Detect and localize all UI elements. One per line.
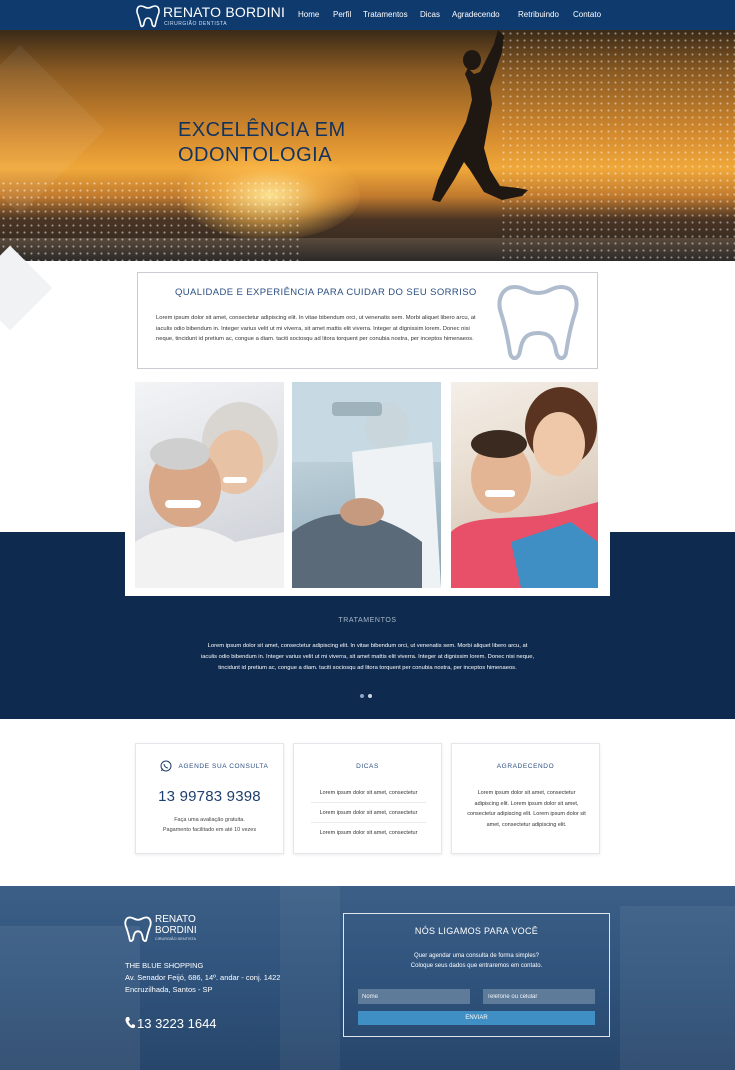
tratamentos-text: Lorem ipsum dolor sit amet, consectetur …	[200, 643, 535, 671]
footer-phone-number: 13 3223 1644	[137, 1016, 217, 1031]
hero-jumping-woman-silhouette	[432, 30, 528, 202]
footer-address-line3: Encruzilhada, Santos - SP	[125, 985, 213, 994]
footer-brand-name-line2: BORDINI	[155, 925, 197, 936]
nav-item-contato[interactable]: Contato	[573, 10, 601, 19]
footer-address-line2: Av. Senador Feijó, 686, 14º. andar - con…	[125, 973, 281, 982]
callback-form: NÓS LIGAMOS PARA VOCÊ Quer agendar uma c…	[343, 913, 610, 1037]
form-text: Quer agendar uma consulta de forma simpl…	[344, 951, 609, 971]
nav-item-retribuindo[interactable]: Retribuindo	[518, 10, 559, 19]
brand-subtitle: CIRURGIÃO DENTISTA	[164, 21, 228, 27]
form-text-line1: Quer agendar uma consulta de forma simpl…	[413, 953, 540, 959]
card-agende-title: AGENDE SUA CONSULTA	[178, 763, 269, 770]
carousel-dot-active[interactable]	[368, 694, 372, 698]
tooth-icon	[136, 5, 160, 28]
intro-title: QUALIDADE E EXPERIÊNCIA PARA CUIDAR DO S…	[175, 287, 477, 298]
footer-bg-shape	[620, 906, 735, 1070]
hero-title-line1: EXCELÊNCIA EM	[178, 119, 346, 141]
footer-phone[interactable]: 13 3223 1644	[125, 1016, 217, 1031]
card-agende-text-line2: Pagamento facilitado em até 10 vezes	[162, 826, 257, 833]
nav-item-agradecendo[interactable]: Agradecendo	[452, 10, 500, 19]
hero-title-line2: ODONTOLOGIA	[178, 144, 333, 166]
phone-input[interactable]	[483, 989, 595, 1004]
nav-item-perfil[interactable]: Perfil	[333, 10, 351, 19]
footer-address-line1: THE BLUE SHOPPING	[125, 961, 204, 970]
tooth-icon	[497, 284, 579, 360]
footer-brand-subtitle: CIRURGIÃO DENTISTA	[155, 937, 197, 941]
brand-logo[interactable]: RENATO BORDINI CIRURGIÃO DENTISTA	[135, 3, 285, 29]
dica-item[interactable]: Lorem ipsum dolor sit amet, consectetur	[311, 790, 426, 803]
card-dicas-title: DICAS	[356, 763, 379, 770]
footer-bg-shape	[280, 886, 340, 1070]
card-agradecendo: AGRADECENDO Lorem ipsum dolor sit amet, …	[451, 743, 600, 854]
tratamentos-title: TRATAMENTOS	[338, 617, 397, 624]
dica-item[interactable]: Lorem ipsum dolor sit amet, consectetur	[311, 810, 426, 823]
nav-item-tratamentos[interactable]: Tratamentos	[363, 10, 408, 19]
form-title: NÓS LIGAMOS PARA VOCÊ	[414, 926, 539, 936]
card-agradecendo-text: Lorem ipsum dolor sit amet, consectetur …	[467, 790, 586, 828]
intro-box: QUALIDADE E EXPERIÊNCIA PARA CUIDAR DO S…	[137, 272, 598, 369]
photo-gallery	[125, 374, 610, 596]
form-text-line2: Coloque seus dados que entraremos em con…	[410, 963, 543, 969]
photo-elderly-couple	[135, 382, 284, 588]
card-agende: AGENDE SUA CONSULTA 13 99783 9398 Faça u…	[135, 743, 284, 854]
tooth-icon	[124, 916, 152, 942]
top-nav: RENATO BORDINI CIRURGIÃO DENTISTA Home P…	[0, 0, 735, 30]
hero-dot-pattern-left	[0, 180, 300, 261]
hero-banner: EXCELÊNCIA EM ODONTOLOGIA	[0, 30, 735, 261]
submit-button[interactable]: ENVIAR	[358, 1011, 595, 1025]
photo-young-couple	[451, 382, 598, 588]
photo-dentist-treatment	[292, 382, 441, 588]
card-agradecendo-title: AGRADECENDO	[496, 763, 555, 770]
intro-text: Lorem ipsum dolor sit amet, consectetur …	[156, 315, 476, 342]
footer-brand-name-line1: RENATO	[155, 914, 196, 925]
phone-icon	[125, 1017, 135, 1029]
hero-title: EXCELÊNCIA EM ODONTOLOGIA	[178, 118, 346, 168]
card-agende-text-line1: Faça uma avaliação gratuita.	[174, 817, 245, 823]
card-agende-text: Faça uma avaliação gratuita. Pagamento f…	[136, 816, 283, 835]
footer-brand-name: RENATO BORDINI	[155, 914, 205, 936]
carousel-dot[interactable]	[360, 694, 364, 698]
nav-item-dicas[interactable]: Dicas	[420, 10, 440, 19]
footer-logo[interactable]: RENATO BORDINI CIRURGIÃO DENTISTA	[123, 914, 203, 946]
dica-item[interactable]: Lorem ipsum dolor sit amet, consectetur	[311, 830, 426, 842]
name-input[interactable]	[358, 989, 470, 1004]
card-dicas: DICAS Lorem ipsum dolor sit amet, consec…	[293, 743, 442, 854]
nav-item-home[interactable]: Home	[298, 10, 319, 19]
footer-bg-shape	[0, 926, 140, 1070]
brand-name: RENATO BORDINI	[163, 4, 286, 20]
footer-address: THE BLUE SHOPPING Av. Senador Feijó, 686…	[125, 960, 280, 996]
carousel-dots	[358, 694, 378, 700]
card-agende-phone[interactable]: 13 99783 9398	[136, 788, 283, 805]
